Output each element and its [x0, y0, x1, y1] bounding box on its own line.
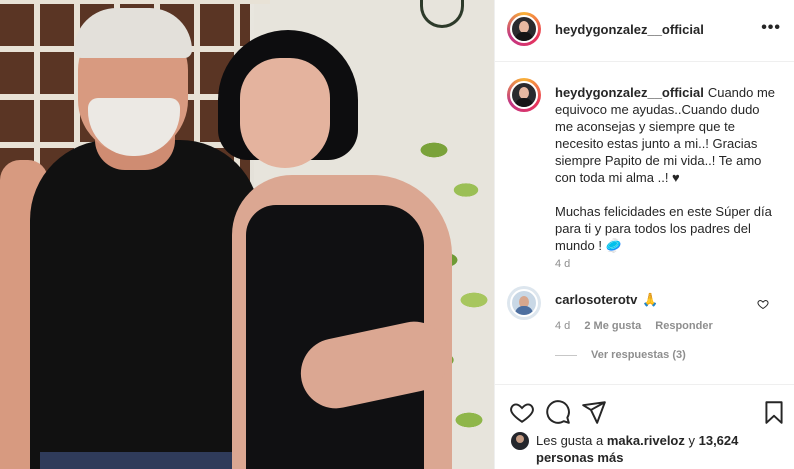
heart-icon[interactable] [509, 399, 535, 425]
more-horizontal-icon[interactable]: ••• [761, 19, 781, 37]
author-username[interactable]: heydygonzalez__official [555, 22, 704, 37]
caption-avatar-image [510, 81, 538, 109]
comment-like-heart-icon[interactable] [757, 298, 769, 310]
bookmark-icon[interactable] [761, 399, 787, 425]
comment-meta: 4 d 2 Me gusta Responder [555, 320, 724, 332]
comment-timestamp[interactable]: 4 d [555, 320, 570, 332]
share-icon[interactable] [581, 399, 607, 425]
caption-timestamp[interactable]: 4 d [555, 258, 570, 270]
caption-author-avatar[interactable] [507, 78, 541, 112]
post-header: heydygonzalez__official ••• [495, 0, 794, 62]
post-caption: heydygonzalez__official Cuando me equivoc… [555, 84, 781, 271]
liker-username[interactable]: maka.riveloz [607, 433, 685, 448]
comment-likes[interactable]: 2 Me gusta [584, 320, 641, 332]
commenter-avatar-image [510, 289, 538, 317]
comment-icon[interactable] [545, 399, 571, 425]
replies-divider-line [555, 354, 577, 356]
likes-prefix: Les gusta a [536, 433, 607, 448]
comment-username[interactable]: carlosoterotv [555, 292, 637, 307]
comment-text: 🙏 [642, 292, 659, 307]
view-replies-label: Ver respuestas (3) [591, 349, 686, 361]
caption-text-1: Cuando me equivoco me ayudas..Cuando dud… [555, 85, 776, 185]
author-avatar-image [510, 15, 538, 43]
comment-reply-button[interactable]: Responder [655, 320, 712, 332]
caption-username[interactable]: heydygonzalez__official [555, 85, 704, 100]
liker-avatar[interactable] [511, 432, 529, 450]
photo-woman-face [240, 58, 330, 168]
likes-summary: Les gusta a maka.riveloz y 13,624 person… [511, 432, 786, 466]
view-replies-button[interactable]: Ver respuestas (3) [555, 349, 686, 361]
post-actions-bar: Les gusta a maka.riveloz y 13,624 person… [495, 384, 794, 469]
likes-text: Les gusta a maka.riveloz y 13,624 person… [536, 432, 786, 466]
commenter-avatar[interactable] [507, 286, 541, 320]
post-side-panel: heydygonzalez__official ••• heydygonzale… [494, 0, 794, 469]
photo-man-hair [74, 8, 192, 58]
caption-text-2: Muchas felicidades en este Súper día par… [555, 204, 772, 253]
author-avatar[interactable] [507, 12, 541, 46]
likes-middle: y [684, 433, 699, 448]
comments-area[interactable]: heydygonzalez__official Cuando me equivoc… [495, 62, 794, 382]
photo-man-tank-top [30, 140, 260, 469]
photo-man-shorts [40, 452, 250, 469]
post-photo[interactable] [0, 0, 494, 469]
comment: carlosoterotv 🙏 [555, 292, 659, 308]
